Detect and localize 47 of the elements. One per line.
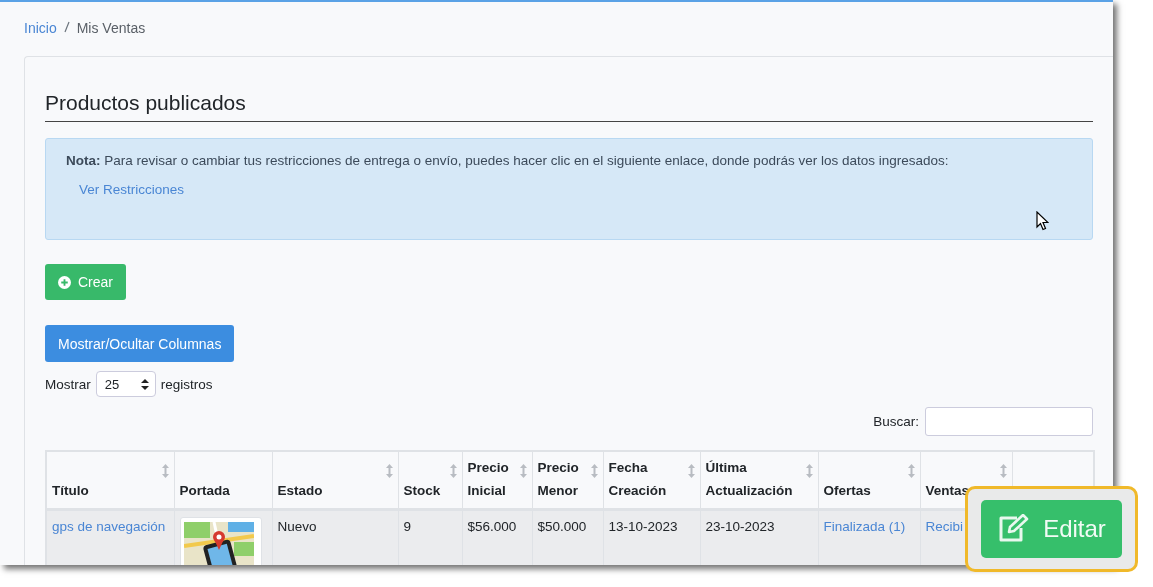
table-header[interactable]: Precio Inicial [462, 451, 532, 510]
table-cell: 23-10-2023 [705, 519, 775, 534]
column-header-text: Portada [179, 482, 230, 500]
table-header[interactable]: Precio Menor [532, 451, 603, 510]
search-label: Buscar: [873, 414, 919, 429]
table-header[interactable]: Estado [272, 451, 398, 510]
column-header-text: Ofertas [823, 482, 871, 500]
sort-icon [519, 464, 527, 478]
table-cell: 13-10-2023 [608, 519, 678, 534]
table-header[interactable]: Título [46, 451, 174, 510]
show-label: Mostrar [45, 376, 91, 392]
table-header[interactable]: Ofertas [818, 451, 920, 510]
separator-icon [63, 21, 70, 33]
sort-caret-icon [140, 378, 149, 390]
breadcrumb-link[interactable]: Inicio [24, 20, 57, 36]
column-header-text: Última Actualización [705, 459, 794, 500]
table-cell: $56.000 [467, 519, 517, 534]
plus-circle-icon [58, 275, 71, 289]
search-field[interactable] [925, 407, 1093, 436]
records-label: registros [160, 376, 213, 392]
edit-icon [997, 514, 1030, 544]
column-header-text: Estado [277, 482, 323, 500]
sort-icon [590, 464, 598, 478]
sort-icon [385, 464, 393, 478]
sort-icon [805, 464, 813, 478]
table-cell: $50.000 [537, 519, 587, 534]
table-cell: Nuevo [277, 519, 317, 534]
sort-icon [907, 464, 915, 478]
table-header[interactable]: Última Actualización [700, 451, 818, 510]
sort-icon [687, 464, 695, 478]
column-header-text: Ventas [925, 482, 970, 500]
column-header-text: Precio Menor [537, 459, 580, 500]
breadcrumb-current: Mis Ventas [76, 20, 146, 36]
cursor-icon [1036, 211, 1049, 231]
sort-icon [449, 464, 457, 478]
table-header[interactable]: Stock [398, 451, 462, 510]
column-header-text: Fecha Creación [608, 459, 668, 500]
table-header[interactable]: Fecha Creación [603, 451, 700, 510]
page-length-select[interactable]: 25 [95, 371, 156, 397]
table-cell: 9 [403, 519, 411, 534]
sort-icon [999, 464, 1007, 478]
page-title: Productos publicados [45, 91, 1093, 122]
note-text: Nota: Para revisar o cambiar tus restricciones de entrega o envío, puedes hacer clic en el siguiente enlace, donde podrás ver los datos ingresados: [66, 153, 950, 168]
column-header-text: Precio Inicial [467, 459, 510, 500]
column-header-text: Título [52, 482, 89, 500]
sort-icon [161, 464, 169, 478]
column-header-text: Stock [403, 482, 441, 500]
